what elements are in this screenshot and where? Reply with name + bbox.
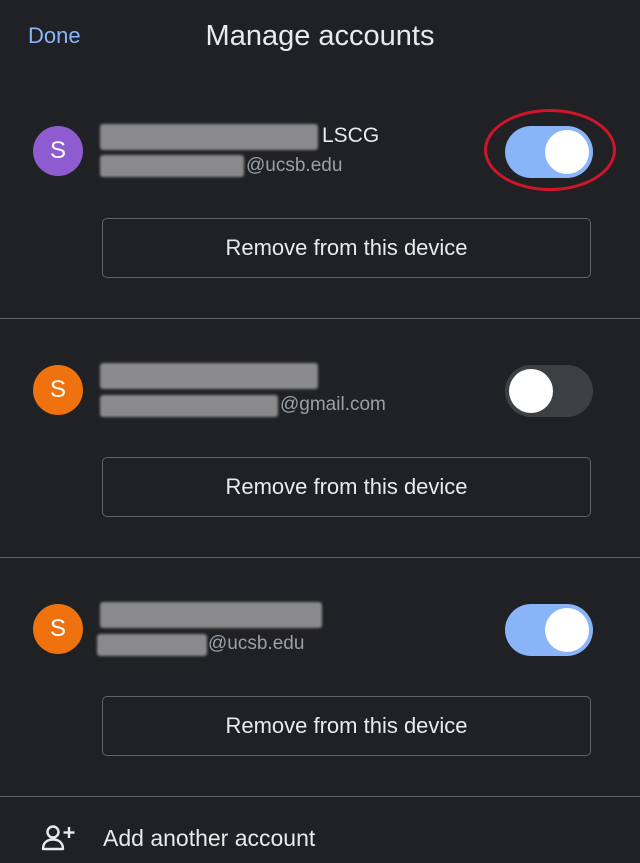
account-sync-toggle[interactable]	[505, 604, 593, 656]
account-name-suffix: LSCG	[322, 124, 380, 147]
toggle-knob	[509, 369, 553, 413]
divider	[0, 557, 640, 558]
redacted-email-user	[97, 634, 207, 656]
remove-from-device-button[interactable]: Remove from this device	[102, 218, 591, 278]
avatar: S	[33, 604, 83, 654]
account-email-domain: @ucsb.edu	[208, 633, 305, 654]
redacted-email-user	[100, 155, 244, 177]
account-sync-toggle[interactable]	[505, 126, 593, 178]
divider	[0, 796, 640, 797]
toggle-knob	[545, 608, 589, 652]
redacted-account-name	[100, 602, 322, 628]
remove-from-device-button[interactable]: Remove from this device	[102, 457, 591, 517]
divider	[0, 318, 640, 319]
account-email-domain: @gmail.com	[280, 394, 386, 415]
add-person-icon	[41, 824, 75, 852]
remove-from-device-button[interactable]: Remove from this device	[102, 696, 591, 756]
redacted-email-user	[100, 395, 278, 417]
account-sync-toggle[interactable]	[505, 365, 593, 417]
toggle-knob	[545, 130, 589, 174]
top-bar: Done Manage accounts	[0, 0, 640, 74]
redacted-account-name	[100, 124, 318, 150]
page-title: Manage accounts	[205, 20, 435, 52]
add-account-label: Add another account	[103, 825, 316, 851]
add-account-row[interactable]: Add another account	[0, 800, 640, 863]
avatar: S	[33, 126, 83, 176]
account-email-domain: @ucsb.edu	[246, 155, 343, 176]
avatar: S	[33, 365, 83, 415]
redacted-account-name	[100, 363, 318, 389]
